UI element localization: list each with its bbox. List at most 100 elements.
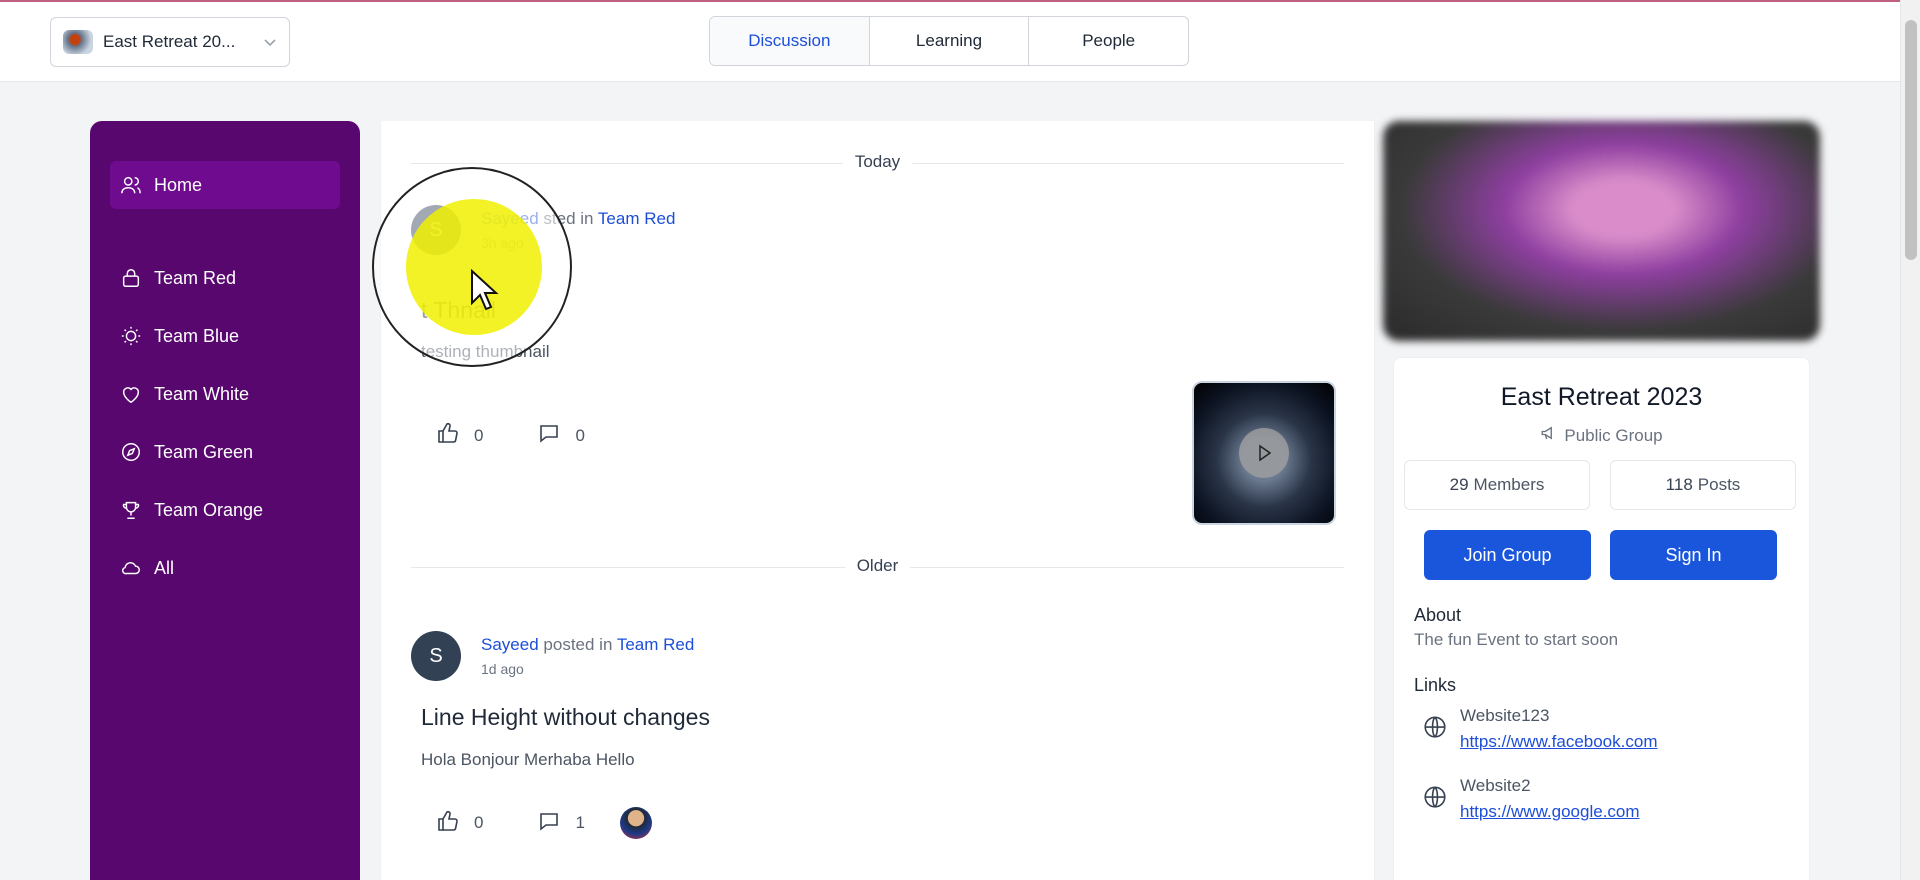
author-link[interactable]: Sayeed [481, 635, 539, 654]
post-time: 1d ago [481, 661, 524, 677]
megaphone-icon [1540, 424, 1558, 447]
group-title: East Retreat 2023 [1500, 383, 1703, 411]
comment-icon [537, 809, 561, 838]
group-logo [63, 30, 93, 54]
post-title[interactable]: Line Height without changes [421, 704, 710, 731]
link-url[interactable]: https://www.facebook.com [1460, 732, 1657, 752]
sidebar-item-team-blue[interactable]: Team Blue [110, 312, 340, 360]
comment-button[interactable]: 0 [537, 421, 585, 450]
trophy-icon [120, 499, 142, 521]
sidebar-item-label: Team Blue [154, 325, 240, 346]
like-count: 0 [474, 425, 484, 445]
lightbulb-icon [120, 325, 142, 347]
group-selector[interactable]: East Retreat 20... [50, 17, 290, 67]
post-body: testing thumbnail [421, 342, 550, 361]
join-group-button[interactable]: Join Group [1424, 530, 1591, 580]
sidebar-item-team-green[interactable]: Team Green [110, 428, 340, 476]
like-button[interactable]: 0 [436, 421, 483, 450]
sidebar-item-label: Home [154, 174, 203, 195]
tab-people[interactable]: People [1029, 17, 1188, 65]
comment-icon [537, 421, 561, 450]
sidebar-item-team-red[interactable]: Team Red [110, 254, 340, 302]
posted-in-text: posted in [543, 635, 613, 654]
about-text: The fun Event to start soon [1414, 630, 1619, 649]
compass-icon [120, 441, 142, 463]
chevron-down-icon [263, 34, 277, 50]
discussion-feed: Today S Sayeed sted in Team Red 3h ago t… [380, 121, 1375, 880]
thumbs-up-icon [436, 421, 460, 450]
members-count: 29 [1449, 475, 1469, 494]
page-scrollbar[interactable] [1900, 0, 1920, 880]
group-cover-image [1383, 121, 1820, 341]
sidebar: Home Team Red Team Blue Team White Team … [90, 121, 360, 880]
post-meta: Sayeed sted in Team Red 3h ago [481, 209, 675, 251]
author-link[interactable]: Sayeed [481, 209, 539, 228]
sidebar-item-label: Team Red [154, 267, 237, 288]
play-icon[interactable] [1239, 428, 1289, 478]
post-title-overlap: t Th [421, 297, 461, 323]
posts-count: 118 [1665, 475, 1693, 494]
author-avatar[interactable]: S [411, 631, 461, 681]
section-label-today: Today [842, 152, 913, 172]
globe-icon [1422, 714, 1448, 745]
channel-link[interactable]: Team Red [617, 635, 694, 654]
post-body: Hola Bonjour Merhaba Hello [421, 750, 635, 769]
post-time: 3h ago [481, 235, 524, 251]
posts-stat[interactable]: 118 Posts [1610, 460, 1796, 510]
sign-in-button[interactable]: Sign In [1610, 530, 1777, 580]
posts-label: Posts [1697, 475, 1741, 494]
sidebar-item-label: Team White [154, 383, 250, 404]
comment-button[interactable]: 1 [537, 809, 585, 838]
scrollbar-thumb[interactable] [1905, 20, 1917, 260]
top-bar: East Retreat 20... Discussion Learning P… [0, 2, 1900, 82]
link-item: Website2 https://www.google.com [1422, 776, 1640, 822]
post-title-visible: nail [460, 297, 497, 323]
main-tabs: Discussion Learning People [709, 16, 1189, 66]
group-type-label: Public Group [1564, 425, 1663, 445]
channel-link[interactable]: Team Red [598, 209, 675, 228]
like-button[interactable]: 0 [436, 809, 483, 838]
tab-learning[interactable]: Learning [870, 17, 1030, 65]
author-avatar[interactable]: S [411, 205, 461, 255]
members-stat[interactable]: 29 Members [1404, 460, 1590, 510]
heart-icon [120, 383, 142, 405]
about-heading: About [1414, 605, 1462, 625]
tab-discussion[interactable]: Discussion [710, 17, 870, 65]
post-title[interactable]: t Thnail [421, 297, 496, 324]
section-label-older: Older [844, 556, 911, 576]
comment-count: 1 [575, 813, 585, 832]
thumbs-up-icon [436, 809, 460, 838]
comment-count: 0 [575, 425, 585, 445]
link-name: Website123 [1460, 706, 1550, 725]
group-type: Public Group [1394, 424, 1809, 447]
group-panel: East Retreat 2023 Public Group 29 Member… [1383, 121, 1820, 880]
commenter-avatar[interactable] [619, 807, 652, 839]
post-meta: Sayeed posted in Team Red 1d ago [481, 635, 694, 677]
sidebar-item-label: Team Orange [154, 499, 264, 520]
sidebar-item-team-white[interactable]: Team White [110, 370, 340, 418]
section-divider-older: Older [411, 556, 1344, 576]
sidebar-item-all[interactable]: All [110, 544, 340, 592]
sidebar-item-team-orange[interactable]: Team Orange [110, 486, 340, 534]
link-url[interactable]: https://www.google.com [1460, 802, 1640, 822]
links-heading: Links [1414, 675, 1457, 695]
section-divider-today: Today [411, 152, 1344, 172]
cloud-icon [120, 557, 142, 579]
video-thumbnail[interactable] [1192, 381, 1336, 525]
sidebar-item-label: Team Green [154, 441, 254, 462]
post-actions: 0 1 [436, 807, 652, 839]
like-count: 0 [474, 813, 484, 832]
link-name: Website2 [1460, 776, 1531, 795]
post-card[interactable]: S Sayeed sted in Team Red 3h ago t Thnai… [411, 205, 1351, 535]
group-selector-label: East Retreat 20... [103, 32, 236, 51]
post-actions: 0 0 [436, 421, 585, 450]
sidebar-item-home[interactable]: Home [110, 161, 340, 209]
users-icon [120, 174, 142, 196]
globe-icon [1422, 784, 1448, 815]
post-card[interactable]: S Sayeed posted in Team Red 1d ago Line … [411, 631, 1351, 880]
link-item: Website123 https://www.facebook.com [1422, 706, 1657, 752]
members-label: Members [1473, 475, 1545, 494]
group-info-card: East Retreat 2023 Public Group 29 Member… [1393, 357, 1810, 880]
sidebar-item-label: All [154, 557, 175, 578]
posted-in-text: sted in [543, 209, 594, 228]
